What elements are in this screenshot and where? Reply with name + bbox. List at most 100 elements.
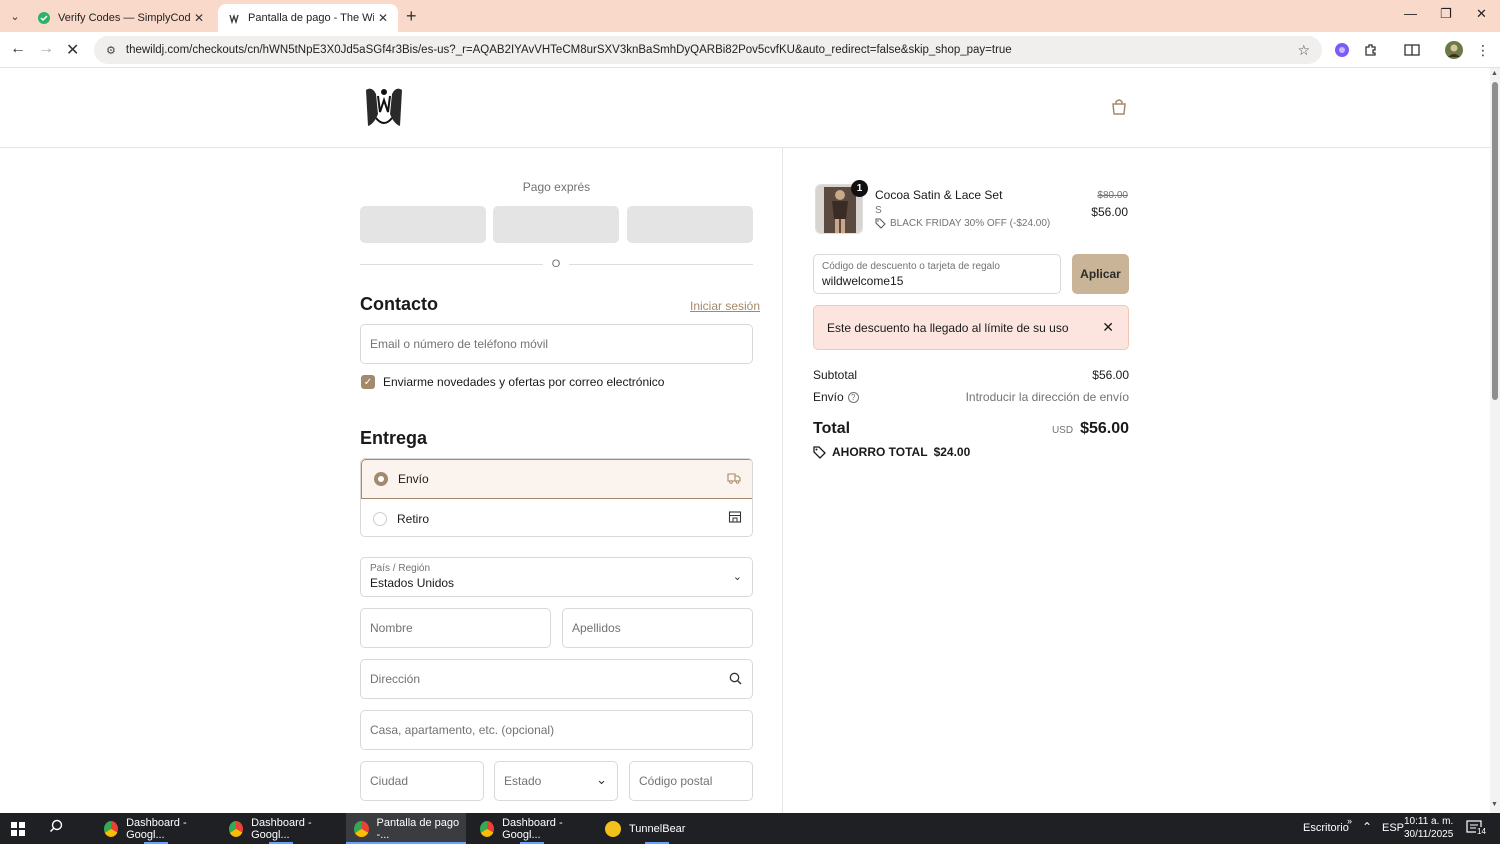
- tab-checkout[interactable]: Pantalla de pago - The Wild J ✕: [218, 4, 398, 32]
- product-discount: BLACK FRIDAY 30% OFF (-$24.00): [875, 218, 1050, 229]
- address-placeholder: Dirección: [370, 672, 421, 686]
- taskbar-app-chrome-2[interactable]: Dashboard - Googl...: [221, 813, 341, 844]
- extensions-puzzle-icon[interactable]: [1362, 41, 1380, 59]
- help-icon[interactable]: ?: [847, 392, 859, 404]
- chevron-down-icon: ⌄: [596, 772, 607, 787]
- minimize-icon[interactable]: —: [1404, 6, 1417, 21]
- scroll-up-icon[interactable]: ▲: [1491, 70, 1498, 77]
- delivery-option-shipping[interactable]: Envío: [361, 459, 752, 499]
- system-clock[interactable]: 10:11 a. m. 30/11/2025: [1404, 815, 1453, 841]
- taskbar-app-chrome-1[interactable]: Dashboard - Googl...: [96, 813, 216, 844]
- scrollbar-thumb[interactable]: [1492, 82, 1498, 400]
- close-window-icon[interactable]: ✕: [1476, 6, 1487, 22]
- search-icon[interactable]: [49, 819, 63, 836]
- discount-code-field[interactable]: Código de descuento o tarjeta de regalo …: [813, 254, 1061, 294]
- radio-unselected[interactable]: [373, 511, 387, 526]
- cart-bag-icon[interactable]: [1110, 98, 1128, 116]
- chevron-right-double-icon[interactable]: »: [1347, 816, 1352, 826]
- express-pay-button-1[interactable]: [360, 206, 486, 243]
- delivery-option-label: Envío: [398, 472, 429, 486]
- taskbar-app-label: Dashboard - Googl...: [126, 816, 187, 841]
- product-variant: S: [875, 205, 882, 216]
- taskbar-app-tunnelbear[interactable]: TunnelBear: [597, 813, 717, 844]
- address-bar[interactable]: ⚙ thewildj.com/checkouts/cn/hWN5tNpE3X0J…: [94, 36, 1322, 64]
- forward-icon[interactable]: →: [38, 40, 54, 58]
- tab-search-chevron-icon[interactable]: ⌄: [6, 7, 24, 25]
- clock-time: 10:11 a. m.: [1404, 816, 1454, 827]
- express-checkout-title: Pago exprés: [522, 180, 591, 194]
- desktop-label[interactable]: Escritorio: [1303, 822, 1349, 834]
- first-name-field[interactable]: Nombre: [360, 608, 551, 648]
- scroll-down-icon[interactable]: ▼: [1491, 801, 1498, 808]
- store-logo[interactable]: [360, 84, 408, 132]
- zip-field[interactable]: Código postal: [629, 761, 753, 801]
- shipping-label: Envío: [813, 390, 844, 404]
- city-field[interactable]: Ciudad: [360, 761, 484, 801]
- subtotal-label: Subtotal: [813, 368, 858, 382]
- price-original: $80.00: [1097, 190, 1128, 201]
- tab-close-icon[interactable]: ✕: [194, 11, 204, 25]
- browser-menu-icon[interactable]: ⋮: [1474, 41, 1492, 59]
- product-discount-label: BLACK FRIDAY 30% OFF (-$24.00): [890, 218, 1051, 229]
- newsletter-option[interactable]: ✓ Enviarme novedades y ofertas por corre…: [361, 375, 664, 389]
- express-pay-button-3[interactable]: [627, 206, 753, 243]
- delivery-option-label: Retiro: [397, 511, 430, 526]
- delivery-heading: Entrega: [360, 428, 428, 448]
- restore-icon[interactable]: ❐: [1440, 6, 1452, 22]
- column-divider: [782, 148, 783, 813]
- wildj-favicon-icon: [228, 12, 240, 24]
- state-select[interactable]: Estado ⌄: [494, 761, 618, 801]
- contact-heading: Contacto: [360, 294, 438, 314]
- subtotal-row: Subtotal $56.00: [813, 368, 1129, 382]
- apply-discount-button[interactable]: Aplicar: [1072, 254, 1129, 294]
- tag-icon: [875, 218, 886, 229]
- taskbar-app-label: Dashboard - Googl...: [251, 816, 312, 841]
- express-pay-button-2[interactable]: [493, 206, 619, 243]
- browser-toolbar: ← → ✕ ⚙ thewildj.com/checkouts/cn/hWN5tN…: [0, 32, 1500, 68]
- truck-icon: [727, 471, 741, 485]
- profile-avatar[interactable]: [1445, 41, 1463, 59]
- country-select[interactable]: País / Región Estados Unidos ⌄: [360, 557, 753, 597]
- tray-expand-icon[interactable]: ⌃: [1362, 820, 1372, 834]
- price-discounted: $56.00: [1091, 205, 1128, 219]
- total-row: Total USD $56.00: [813, 420, 1129, 438]
- reading-mode-icon[interactable]: [1403, 41, 1421, 59]
- tab-close-icon[interactable]: ✕: [378, 11, 388, 25]
- bookmark-star-icon[interactable]: ☆: [1297, 42, 1310, 59]
- taskbar-app-chrome-active[interactable]: Pantalla de pago -...: [346, 813, 466, 844]
- language-indicator[interactable]: ESP: [1382, 822, 1404, 834]
- country-value: Estados Unidos: [370, 576, 455, 590]
- delivery-option-pickup[interactable]: Retiro: [361, 499, 752, 536]
- total-savings: AHORRO TOTAL $24.00: [813, 445, 970, 459]
- notification-center-icon[interactable]: 14: [1466, 820, 1487, 836]
- new-tab-icon[interactable]: +: [406, 6, 417, 27]
- taskbar-app-label: Pantalla de pago -...: [376, 816, 460, 841]
- first-name-placeholder: Nombre: [370, 621, 413, 635]
- last-name-field[interactable]: Apellidos: [562, 608, 753, 648]
- tab-title: Pantalla de pago - The Wild J: [248, 12, 374, 24]
- discount-code-label: Código de descuento o tarjeta de regalo: [822, 261, 1000, 272]
- apartment-field[interactable]: Casa, apartamento, etc. (opcional): [360, 710, 753, 750]
- tab-strip: ⌄ Verify Codes — SimplyCodes ✕ Pantalla …: [0, 0, 1500, 32]
- discount-code-value: wildwelcome15: [822, 274, 904, 288]
- chrome-icon: [354, 820, 369, 837]
- close-icon[interactable]: ✕: [1102, 319, 1114, 336]
- url-text: thewildj.com/checkouts/cn/hWN5tNpE3X0Jd5…: [125, 44, 1012, 56]
- page-scrollbar[interactable]: ▲ ▼: [1490, 68, 1500, 813]
- store-icon: [728, 510, 742, 524]
- chrome-icon: [104, 820, 119, 837]
- tab-title: Verify Codes — SimplyCodes: [58, 12, 190, 24]
- taskbar-app-chrome-3[interactable]: Dashboard - Googl...: [472, 813, 592, 844]
- back-icon[interactable]: ←: [10, 40, 26, 58]
- site-info-icon[interactable]: ⚙: [106, 44, 116, 57]
- address-field[interactable]: Dirección: [360, 659, 753, 699]
- login-link[interactable]: Iniciar sesión: [690, 299, 760, 313]
- newsletter-checkbox[interactable]: ✓: [361, 375, 375, 389]
- extension-copilot-icon[interactable]: [1333, 41, 1351, 59]
- stop-loading-icon[interactable]: ✕: [66, 40, 79, 60]
- radio-selected[interactable]: [374, 472, 388, 486]
- email-field[interactable]: Email o número de teléfono móvil: [360, 324, 753, 364]
- tab-simplycodes[interactable]: Verify Codes — SimplyCodes ✕: [28, 4, 214, 32]
- windows-start-icon[interactable]: [11, 822, 25, 836]
- or-divider-text: O: [551, 258, 561, 270]
